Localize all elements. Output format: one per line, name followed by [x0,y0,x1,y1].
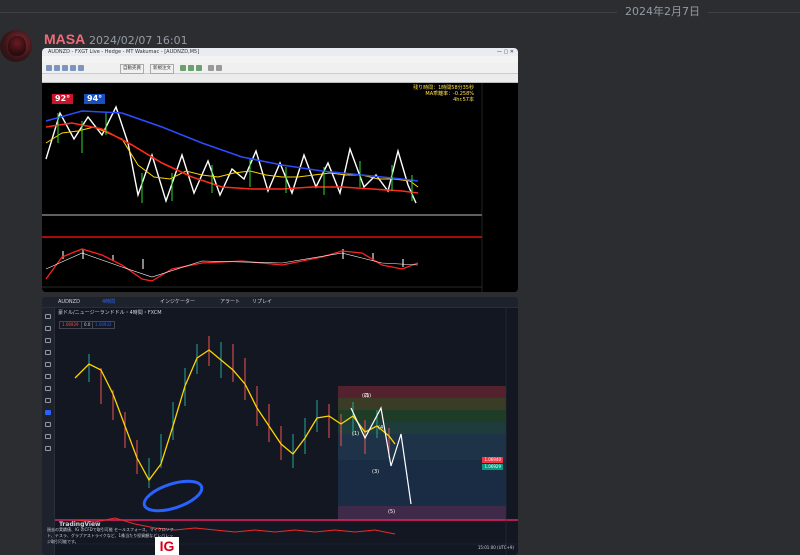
tv-symbol-title: 豪ドル/ニュージーランドドル・4時間・FXCM [58,310,162,316]
date-divider: 2024年2月7日 [0,4,800,20]
tv-drawing-toolbar [42,308,55,555]
bar-count-text: 4hr.57本 [453,97,474,103]
mt4-titlebar: AUDNZD - FXGT Live - Hedge - MT Wakumac … [42,48,518,56]
attachment-image-mt4[interactable]: AUDNZD - FXGT Live - Hedge - MT Wakumac … [42,48,518,292]
fib-icon [45,338,51,343]
pattern-icon [45,350,51,355]
zoom-out-icon [216,65,222,71]
zoom-icon [45,398,51,403]
tv-clock: 15:01:00 (UTC+9) [477,545,514,550]
trash-icon [45,446,51,451]
attachment-image-tradingview[interactable]: AUDNZD 4時間 インジケーター アラート リプレイ 豪ドル/ニュージーラン… [42,297,518,555]
measure-icon [45,386,51,391]
trend-line-icon [45,326,51,331]
zoom-in-icon [208,65,214,71]
tv-topbar: AUDNZD 4時間 インジケーター アラート リプレイ [42,297,518,308]
bar-chart-icon [180,65,186,71]
elliott-label: (4) [378,425,386,431]
tv-price-tag-green: 1.06929 [482,464,503,470]
badge-blue: 94° [84,94,106,104]
mt4-drawing-toolbar [42,74,518,83]
badge-red: 92° [52,94,74,104]
lock-icon [45,422,51,427]
new-chart-icon [46,65,52,71]
line-chart-icon [196,65,202,71]
magnet-icon [45,410,51,415]
new-order-button: 新規注文 [150,64,174,74]
tv-symbol-tab: AUDNZD [58,299,80,305]
eye-icon [45,434,51,439]
tv-alert-button: アラート [220,299,241,305]
elliott-label: (1) [352,431,360,437]
tv-chart [55,308,518,555]
candle-chart-icon [188,65,194,71]
text-icon [45,362,51,367]
date-divider-label: 2024年2月7日 [617,4,708,20]
message-timestamp: 2024/02/07 16:01 [89,34,188,47]
market-watch-icon [62,65,68,71]
elliott-label: (5) [388,509,396,515]
elliott-label: (3) [372,469,380,475]
tv-replay-button: リプレイ [252,299,273,305]
mt4-title-text: AUDNZD - FXGT Live - Hedge - MT Wakumac … [48,49,200,55]
mt4-info-panel: 残り時間：1時間58分35秒 MA乖離率：-0.258% 4hr.57本 [413,85,474,103]
tv-timeframe: 4時間 [102,299,116,305]
tv-sell-box: 1.06929 [59,321,82,329]
mt4-toolbar: 自動売買 新規注文 [42,63,518,74]
tv-price-tag-red: 1.06940 [482,457,503,463]
tv-buy-box: 1.06932 [92,321,115,329]
mt4-menubar: ファイル(F) 表示(V) 挿入(I) チャート(C) ツール(T) ウィンドウ… [42,56,518,80]
username[interactable]: MASA [44,31,85,47]
terminal-icon [78,65,84,71]
window-controls-icon: — ▢ ✕ [496,49,514,55]
ig-logo: IG [155,537,179,555]
navigator-icon [70,65,76,71]
mt4-chart [42,83,518,292]
elliott-label: (2) [362,393,370,399]
auto-trading-button: 自動売買 [120,64,144,74]
avatar[interactable] [0,30,32,62]
profiles-icon [54,65,60,71]
brush-icon [45,374,51,379]
crosshair-icon [45,314,51,319]
tv-indicators-button: インジケーター [160,299,196,305]
